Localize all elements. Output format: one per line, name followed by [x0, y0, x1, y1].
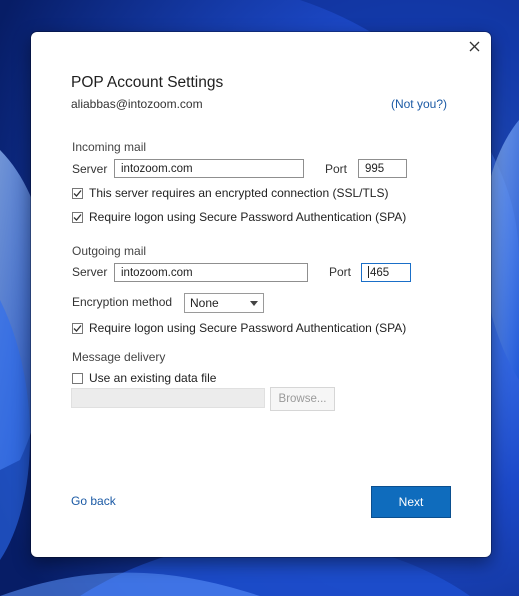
- incoming-port-input[interactable]: 995: [358, 159, 407, 178]
- go-back-link[interactable]: Go back: [71, 494, 116, 508]
- existing-data-file-label: Use an existing data file: [89, 371, 217, 385]
- browse-button: Browse...: [270, 387, 335, 411]
- outgoing-mail-heading: Outgoing mail: [72, 244, 147, 258]
- outgoing-server-input[interactable]: intozoom.com: [114, 263, 308, 282]
- message-delivery-heading: Message delivery: [72, 350, 166, 364]
- account-email: aliabbas@intozoom.com: [71, 97, 203, 111]
- outgoing-server-label: Server: [72, 265, 108, 279]
- checkmark-icon: [73, 324, 82, 332]
- next-button[interactable]: Next: [371, 486, 451, 518]
- ssl-checkbox[interactable]: [72, 187, 83, 199]
- dialog-title: POP Account Settings: [71, 74, 224, 91]
- outgoing-port-value: 465: [370, 267, 390, 279]
- incoming-spa-checkbox-row[interactable]: Require logon using Secure Password Auth…: [72, 210, 406, 224]
- outgoing-spa-checkbox[interactable]: [72, 322, 83, 334]
- incoming-server-label: Server: [72, 162, 108, 176]
- checkmark-icon: [73, 213, 82, 221]
- incoming-port-label: Port: [325, 162, 348, 176]
- outgoing-port-label: Port: [329, 265, 352, 279]
- close-button[interactable]: [465, 37, 483, 55]
- existing-data-file-row[interactable]: Use an existing data file: [72, 371, 216, 385]
- outgoing-spa-label: Require logon using Secure Password Auth…: [89, 321, 407, 335]
- ssl-checkbox-label: This server requires an encrypted connec…: [89, 186, 389, 200]
- not-you-link[interactable]: (Not you?): [391, 97, 447, 111]
- incoming-spa-label: Require logon using Secure Password Auth…: [89, 210, 407, 224]
- ssl-checkbox-row[interactable]: This server requires an encrypted connec…: [72, 186, 388, 200]
- outgoing-port-input[interactable]: 465: [361, 263, 411, 282]
- encryption-method-label: Encryption method: [72, 295, 173, 309]
- outgoing-spa-checkbox-row[interactable]: Require logon using Secure Password Auth…: [72, 321, 406, 335]
- text-caret: [368, 266, 369, 278]
- encryption-method-dropdown[interactable]: None: [184, 293, 264, 313]
- chevron-down-icon: [250, 300, 258, 306]
- incoming-mail-heading: Incoming mail: [72, 140, 147, 154]
- close-icon: [469, 41, 479, 51]
- checkmark-icon: [73, 189, 82, 197]
- existing-data-file-checkbox[interactable]: [72, 372, 83, 384]
- incoming-server-input[interactable]: intozoom.com: [114, 159, 304, 178]
- encryption-method-value: None: [190, 296, 219, 310]
- data-file-path-input: [71, 388, 265, 408]
- pop-settings-dialog: POP Account Settings aliabbas@intozoom.c…: [31, 32, 491, 557]
- incoming-spa-checkbox[interactable]: [72, 211, 83, 223]
